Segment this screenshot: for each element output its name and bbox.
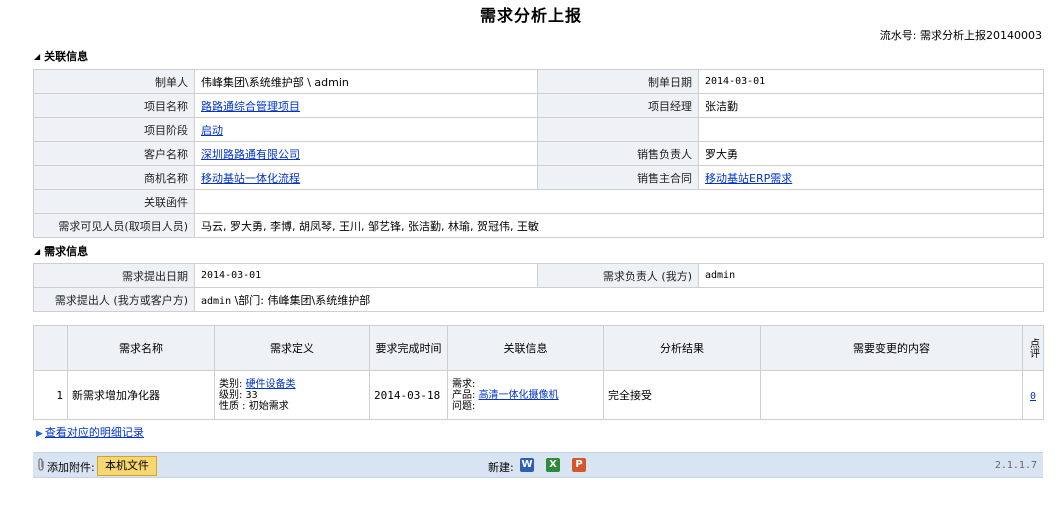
date-value: 2014-03-01 — [698, 69, 1044, 94]
row-result: 完全接受 — [603, 370, 761, 420]
project-stage-label: 项目阶段 — [33, 117, 195, 142]
version-label: 2.1.1.7 — [994, 460, 1037, 471]
date-label: 制单日期 — [537, 69, 699, 94]
grid-header-due[interactable]: 要求完成时间 — [369, 325, 448, 371]
creator-label: 制单人 — [33, 69, 195, 94]
demand-owner-label: 需求负责人 (我方) — [537, 263, 699, 288]
collapse-triangle-icon[interactable]: ◢ — [34, 247, 40, 256]
collapse-triangle-icon[interactable]: ◢ — [34, 52, 40, 61]
grid-header-change[interactable]: 需要变更的内容 — [760, 325, 1023, 371]
detail-records-link[interactable]: 查看对应的明细记录 — [45, 426, 144, 439]
opportunity-link[interactable]: 移动基站一体化流程 — [201, 172, 300, 185]
excel-doc-icon[interactable]: X — [546, 458, 560, 472]
table-row[interactable]: 1 新需求增加净化器 类别: 硬件设备类 级别: 33 性质 : 初始需求 20… — [33, 370, 1044, 420]
row-name: 新需求增加净化器 — [67, 370, 215, 420]
customer-link[interactable]: 深圳路路通有限公司 — [201, 148, 300, 161]
section-header-related[interactable]: ◢ 关联信息 — [34, 48, 88, 64]
section-header-demand[interactable]: ◢ 需求信息 — [34, 243, 88, 259]
row-due: 2014-03-18 — [369, 370, 448, 420]
grid-header-comments[interactable]: 点评 — [1022, 325, 1044, 371]
proposer-label: 需求提出人 (我方或客户方) — [33, 287, 195, 312]
serial-number: 流水号: 需求分析上报20140003 — [879, 29, 1042, 42]
attach-label: 添加附件: — [47, 461, 95, 474]
opportunity-label: 商机名称 — [33, 165, 195, 190]
creator-value: 伟峰集团\系统维护部 \ admin — [194, 69, 538, 94]
related-docs-value — [194, 189, 1044, 214]
sales-owner-label: 销售负责人 — [537, 141, 699, 166]
submit-date-value: 2014-03-01 — [194, 263, 538, 288]
demand-owner-value: admin — [698, 263, 1044, 288]
proposer-value: admin \部门: 伟峰集团\系统维护部 — [194, 287, 1044, 312]
contract-link[interactable]: 移动基站ERP需求 — [705, 172, 792, 185]
demand-grid: 需求名称 需求定义 要求完成时间 关联信息 分析结果 需要变更的内容 点评 1 … — [33, 325, 1044, 420]
ppt-doc-icon[interactable]: P — [572, 458, 586, 472]
visible-people-value: 马云, 罗大勇, 李博, 胡凤琴, 王川, 邹艺锋, 张洁勤, 林瑜, 贺冠伟,… — [194, 213, 1044, 238]
sales-owner-value: 罗大勇 — [698, 141, 1044, 166]
contract-label: 销售主合同 — [537, 165, 699, 190]
comments-count-link[interactable]: 0 — [1030, 391, 1036, 402]
row-index: 1 — [33, 370, 68, 420]
related-info-table: 制单人 伟峰集团\系统维护部 \ admin 制单日期 2014-03-01 项… — [33, 69, 1044, 238]
product-link[interactable]: 高清一体化摄像机 — [479, 390, 559, 401]
paperclip-icon — [37, 458, 45, 475]
new-label: 新建: — [488, 461, 514, 474]
word-doc-icon[interactable]: W — [520, 458, 534, 472]
row-definition: 类别: 硬件设备类 级别: 33 性质 : 初始需求 — [214, 370, 370, 420]
project-stage-link[interactable]: 启动 — [201, 124, 223, 137]
demand-info-table: 需求提出日期 2014-03-01 需求负责人 (我方) admin 需求提出人… — [33, 263, 1044, 312]
play-triangle-icon: ▶ — [36, 429, 43, 439]
submit-date-label: 需求提出日期 — [33, 263, 195, 288]
row-change — [760, 370, 1023, 420]
grid-header-related[interactable]: 关联信息 — [447, 325, 604, 371]
project-manager-value: 张洁勤 — [698, 93, 1044, 118]
local-file-button[interactable]: 本机文件 — [97, 456, 157, 476]
visible-people-label: 需求可见人员(取项目人员) — [33, 213, 195, 238]
page-title: 需求分析上报 — [479, 6, 582, 25]
category-link[interactable]: 硬件设备类 — [246, 379, 296, 390]
row-related: 需求: 产品: 高清一体化摄像机 问题: — [447, 370, 604, 420]
grid-header-index — [33, 325, 68, 371]
attachment-bar: 添加附件: 本机文件 新建: W X P 2.1.1.7 — [33, 452, 1043, 478]
grid-header-row: 需求名称 需求定义 要求完成时间 关联信息 分析结果 需要变更的内容 点评 — [33, 325, 1044, 371]
detail-link-wrap: ▶ 查看对应的明细记录 — [36, 424, 144, 440]
grid-header-definition[interactable]: 需求定义 — [214, 325, 370, 371]
project-name-label: 项目名称 — [33, 93, 195, 118]
grid-header-name[interactable]: 需求名称 — [67, 325, 215, 371]
customer-label: 客户名称 — [33, 141, 195, 166]
project-name-link[interactable]: 路路通综合管理项目 — [201, 100, 300, 113]
related-docs-label: 关联函件 — [33, 189, 195, 214]
empty-label-cell — [537, 117, 699, 142]
grid-header-result[interactable]: 分析结果 — [603, 325, 761, 371]
project-manager-label: 项目经理 — [537, 93, 699, 118]
empty-value-cell — [698, 117, 1044, 142]
